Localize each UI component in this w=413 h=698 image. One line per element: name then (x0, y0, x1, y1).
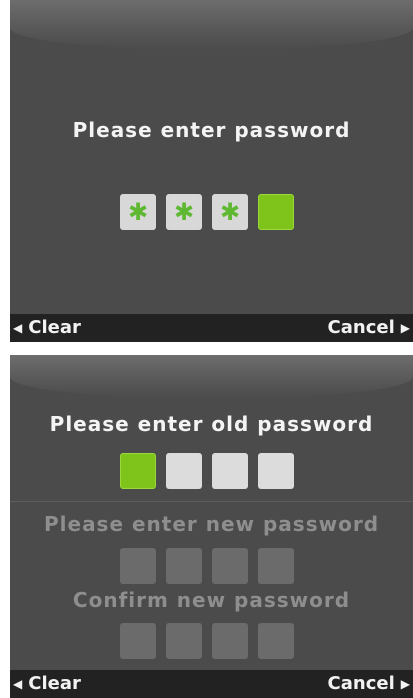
new-pin-box-1 (120, 548, 156, 584)
confirm-pin-box-4 (258, 623, 294, 659)
cancel-label: Cancel (327, 673, 395, 694)
left-triangle-icon: ◀ (13, 320, 23, 335)
new-pin-box-3 (212, 548, 248, 584)
new-password-title: Please enter new password (43, 512, 380, 536)
old-pin-box-2 (166, 453, 202, 489)
confirm-password-title: Confirm new password (72, 588, 351, 612)
asterisk-icon: ✱ (127, 198, 149, 226)
clear-label: Clear (28, 673, 81, 694)
right-triangle-icon: ▶ (400, 320, 410, 335)
screen-title: Please enter password (72, 118, 351, 142)
clear-label: Clear (28, 317, 81, 338)
old-pin-box-4 (258, 453, 294, 489)
confirm-pin-box-3 (212, 623, 248, 659)
softkey-bar: ◀ Clear Cancel ▶ (10, 314, 413, 342)
pin-box-1: ✱ (120, 194, 156, 230)
change-password-screen: Please enter old password Please enter n… (10, 355, 413, 698)
cancel-label: Cancel (327, 317, 395, 338)
pin-entry-row[interactable]: ✱ ✱ ✱ (120, 194, 294, 230)
softkey-bar: ◀ Clear Cancel ▶ (10, 670, 413, 698)
pin-box-2: ✱ (166, 194, 202, 230)
asterisk-icon: ✱ (173, 198, 195, 226)
header-band (10, 355, 413, 399)
pin-box-3: ✱ (212, 194, 248, 230)
clear-softkey[interactable]: ◀ Clear (13, 673, 81, 694)
confirm-pin-box-2 (166, 623, 202, 659)
header-band (10, 0, 413, 50)
new-pin-box-2 (166, 548, 202, 584)
right-triangle-icon: ▶ (400, 676, 410, 691)
cancel-softkey[interactable]: Cancel ▶ (328, 673, 410, 694)
new-pin-box-4 (258, 548, 294, 584)
old-password-row[interactable] (120, 453, 294, 489)
left-triangle-icon: ◀ (13, 676, 23, 691)
enter-password-screen: Please enter password ✱ ✱ ✱ ◀ Clear Canc… (10, 0, 413, 342)
old-pin-box-3 (212, 453, 248, 489)
asterisk-icon: ✱ (219, 198, 241, 226)
confirm-pin-box-1 (120, 623, 156, 659)
old-pin-box-1 (120, 453, 156, 489)
confirm-password-row (120, 623, 294, 659)
old-password-title: Please enter old password (49, 412, 374, 436)
clear-softkey[interactable]: ◀ Clear (13, 317, 81, 338)
pin-box-4-active (258, 194, 294, 230)
cancel-softkey[interactable]: Cancel ▶ (328, 317, 410, 338)
divider (10, 501, 413, 502)
new-password-row (120, 548, 294, 584)
